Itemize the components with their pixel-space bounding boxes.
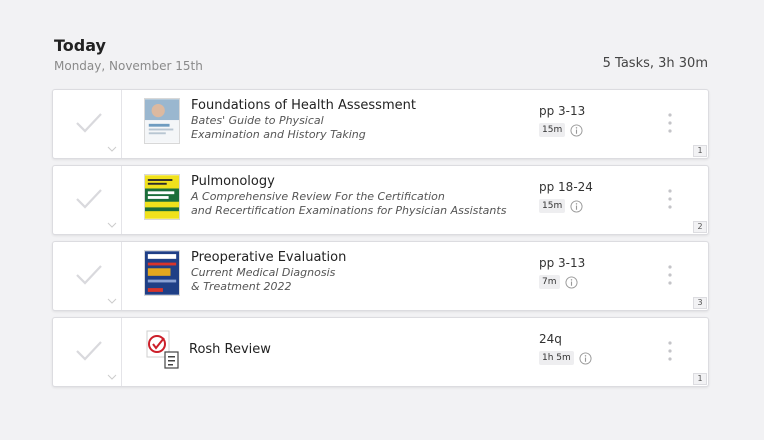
book-title: Bates' Guide to Physical Examination and… [191,114,366,141]
complete-toggle[interactable] [53,166,122,234]
task-title[interactable]: Rosh Review [189,342,529,358]
page-range: pp 3-13 [539,104,586,118]
more-options-icon[interactable] [667,188,673,210]
task-meta: pp 3-13 15m [539,104,585,137]
task-title[interactable]: Foundations of Health Assessment [191,98,531,114]
chevron-down-icon[interactable] [107,374,117,380]
duration-badge: 15m [539,199,566,213]
order-badge: 1 [693,373,707,385]
info-icon[interactable] [570,199,583,213]
task-info[interactable]: Pulmonology A Comprehensive Review For t… [191,174,531,218]
info-icon[interactable] [579,351,592,365]
task-card[interactable]: Pulmonology A Comprehensive Review For t… [52,165,709,235]
info-icon[interactable] [564,275,578,289]
page-range: pp 18-24 [539,180,593,194]
chevron-down-icon[interactable] [107,146,117,152]
info-icon[interactable] [570,123,583,137]
task-card[interactable]: Foundations of Health Assessment Bates' … [52,89,709,159]
task-meta: pp 18-24 15m [539,180,593,213]
task-card[interactable]: Preoperative Evaluation Current Medical … [52,241,709,311]
more-options-icon[interactable] [667,112,673,134]
book-cover-pa-review [144,174,180,220]
rosh-review-icon [145,330,181,370]
checkmark-icon[interactable] [74,186,104,212]
order-badge: 3 [693,297,707,309]
task-card[interactable]: Rosh Review 24q 1h 5m 1 [52,317,709,387]
task-meta: pp 3-13 7m [539,256,585,289]
today-header: Today Monday, November 15th 5 Tasks, 3h … [54,36,708,73]
complete-toggle[interactable] [53,242,122,310]
chevron-down-icon[interactable] [107,222,117,228]
book-cover-bates [144,98,180,144]
task-info[interactable]: Foundations of Health Assessment Bates' … [191,98,531,142]
page-range: pp 3-13 [539,256,586,270]
book-title: Current Medical Diagnosis & Treatment 20… [191,266,336,293]
chevron-down-icon[interactable] [107,298,117,304]
task-info[interactable]: Rosh Review [189,342,529,358]
checkmark-icon[interactable] [74,338,104,364]
task-list: Foundations of Health Assessment Bates' … [52,89,709,393]
duration-badge: 1h 5m [539,351,574,365]
book-cover-cmdt [144,250,180,296]
book-title: A Comprehensive Review For the Certifica… [191,190,507,217]
page-title: Today [54,36,106,55]
more-options-icon[interactable] [667,264,673,286]
complete-toggle[interactable] [53,318,122,386]
task-title[interactable]: Preoperative Evaluation [191,250,531,266]
task-meta: 24q 1h 5m [539,332,592,365]
question-count: 24q [539,332,562,346]
order-badge: 2 [693,221,707,233]
order-badge: 1 [693,145,707,157]
checkmark-icon[interactable] [74,110,104,136]
task-info[interactable]: Preoperative Evaluation Current Medical … [191,250,531,294]
checkmark-icon[interactable] [74,262,104,288]
task-summary: 5 Tasks, 3h 30m [602,56,708,71]
duration-badge: 7m [539,275,560,289]
more-options-icon[interactable] [667,340,673,362]
complete-toggle[interactable] [53,90,122,158]
duration-badge: 15m [539,123,566,137]
task-title[interactable]: Pulmonology [191,174,531,190]
